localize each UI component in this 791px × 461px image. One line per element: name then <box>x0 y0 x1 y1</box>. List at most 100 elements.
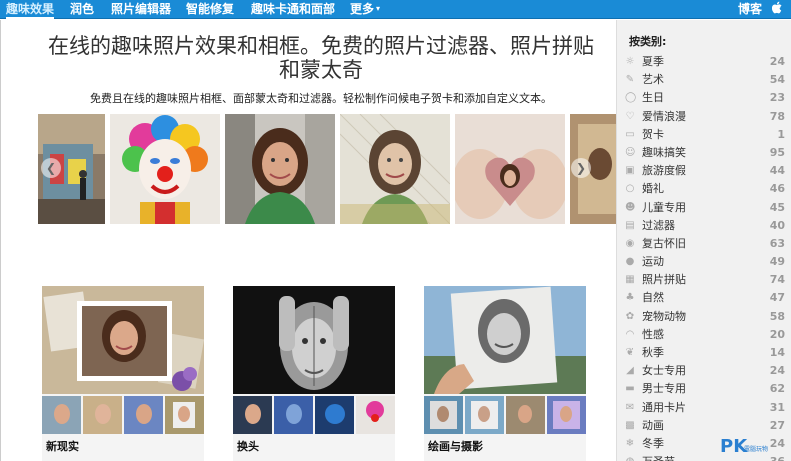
carousel-prev-button[interactable]: ❮ <box>41 158 61 178</box>
category-label[interactable]: 万圣节 <box>642 453 675 461</box>
category-label[interactable]: 旅游度假 <box>642 162 686 180</box>
category-label[interactable]: 艺术 <box>642 71 664 89</box>
page-subtitle: 免费且在线的趣味照片相框、面部蒙太奇和过滤器。轻松制作问候电子贺卡和添加自定义文… <box>90 92 552 105</box>
category-count: 63 <box>769 236 785 250</box>
category-item[interactable]: ▩ 动画 27 <box>625 417 785 435</box>
category-label[interactable]: 通用卡片 <box>642 399 686 417</box>
category-item[interactable]: ❦ 秋季 14 <box>625 344 785 362</box>
thumbnail[interactable] <box>233 396 272 434</box>
nav-item-smart-fix[interactable]: 智能修复 <box>186 0 234 19</box>
category-count: 58 <box>769 309 785 323</box>
category-item[interactable]: ◠ 性感 20 <box>625 326 785 344</box>
category-label[interactable]: 过滤器 <box>642 217 675 235</box>
category-label[interactable]: 性感 <box>642 326 664 344</box>
card-image[interactable] <box>42 286 204 394</box>
palette-icon: ✎ <box>625 74 635 86</box>
thumbnail[interactable] <box>274 396 313 434</box>
category-item[interactable]: ♣ 自然 47 <box>625 289 785 307</box>
category-item[interactable]: ▣ 旅游度假 44 <box>625 162 785 180</box>
category-item[interactable]: ▭ 贺卡 1 <box>625 126 785 144</box>
thumbnail[interactable] <box>165 396 204 434</box>
category-item[interactable]: ◉ 复古怀旧 63 <box>625 235 785 253</box>
heart-icon: ♡ <box>625 110 635 122</box>
category-item[interactable]: ☻ 儿童专用 45 <box>625 199 785 217</box>
nav-item-fun-effects[interactable]: 趣味效果 <box>6 0 55 19</box>
balloon-icon: ◯ <box>625 92 637 104</box>
category-label[interactable]: 照片拼贴 <box>642 271 686 289</box>
category-item[interactable]: ✎ 艺术 54 <box>625 71 785 89</box>
category-item[interactable]: ☼ 夏季 24 <box>625 53 785 71</box>
category-item[interactable]: ▬ 男士专用 62 <box>625 380 785 398</box>
category-label[interactable]: 男士专用 <box>642 380 686 398</box>
thumbnail[interactable] <box>547 396 586 434</box>
card-title[interactable]: 绘画与摄影 <box>428 438 483 454</box>
carousel-slide-clown[interactable] <box>110 114 220 224</box>
nav-item-retouch[interactable]: 润色 <box>70 0 94 19</box>
category-item[interactable]: ◢ 女士专用 24 <box>625 362 785 380</box>
filter-icon: ▤ <box>625 219 635 231</box>
category-item[interactable]: ◯ 生日 23 <box>625 89 785 107</box>
category-item[interactable]: ▤ 过滤器 40 <box>625 217 785 235</box>
category-item[interactable]: ○ 婚礼 46 <box>625 180 785 198</box>
card-image[interactable] <box>233 286 395 394</box>
nav-item-photo-editor[interactable]: 照片编辑器 <box>111 0 171 19</box>
category-label[interactable]: 秋季 <box>642 344 664 362</box>
thumbnail[interactable] <box>465 396 504 434</box>
thumbnail[interactable] <box>424 396 463 434</box>
paw-icon: ✿ <box>625 310 635 322</box>
smile-icon: ☺ <box>625 146 636 158</box>
category-label[interactable]: 运动 <box>642 253 664 271</box>
carousel-next-button[interactable]: ❯ <box>571 158 591 178</box>
category-count: 78 <box>769 109 785 123</box>
chevron-left-icon: ❮ <box>45 161 57 175</box>
category-card-new-reality[interactable]: 新现实 <box>42 286 204 461</box>
category-count: 74 <box>769 273 785 287</box>
carousel-slide-heart[interactable] <box>455 114 565 224</box>
category-count: 27 <box>769 418 785 432</box>
carousel-slide-sketch[interactable] <box>340 114 450 224</box>
nav-item-cartoon-faces[interactable]: 趣味卡通和面部 <box>251 0 335 19</box>
category-item[interactable]: ✿ 宠物动物 58 <box>625 308 785 326</box>
category-item[interactable]: ● 运动 49 <box>625 253 785 271</box>
category-item[interactable]: ☺ 趣味搞笑 95 <box>625 144 785 162</box>
category-count: 62 <box>769 382 785 396</box>
category-item[interactable]: ✉ 通用卡片 31 <box>625 399 785 417</box>
carousel-slide-portrait[interactable] <box>225 114 335 224</box>
category-label[interactable]: 贺卡 <box>642 126 664 144</box>
category-label[interactable]: 生日 <box>642 89 664 107</box>
category-item[interactable]: ▦ 照片拼贴 74 <box>625 271 785 289</box>
thumbnail[interactable] <box>356 396 395 434</box>
category-label[interactable]: 宠物动物 <box>642 308 686 326</box>
nav-item-more[interactable]: 更多 ▾ <box>350 0 380 19</box>
card-title[interactable]: 换头 <box>237 438 259 454</box>
category-label[interactable]: 婚礼 <box>642 180 664 198</box>
camera-icon: ◉ <box>625 237 635 249</box>
category-label[interactable]: 儿童专用 <box>642 199 686 217</box>
thumbnail[interactable] <box>315 396 354 434</box>
category-label[interactable]: 夏季 <box>642 53 664 71</box>
watermark-subtext: 電腦玩物 <box>744 446 769 453</box>
category-count: 45 <box>769 200 785 214</box>
category-card-painting-photo[interactable]: 绘画与摄影 <box>424 286 586 461</box>
category-label[interactable]: 复古怀旧 <box>642 235 686 253</box>
apple-icon[interactable] <box>771 1 783 20</box>
thumbnail[interactable] <box>124 396 163 434</box>
caret-down-icon: ▾ <box>376 4 381 13</box>
card-title[interactable]: 新现实 <box>46 438 79 454</box>
category-sidebar: 按类别: ☼ 夏季 24 ✎ 艺术 54 ◯ 生日 23 ♡ 爱情浪漫 78 ▭ 贺卡 1 ☺ 趣味搞笑 95 ▣ 旅… <box>616 20 791 461</box>
category-item[interactable]: ♡ 爱情浪漫 78 <box>625 108 785 126</box>
category-label[interactable]: 爱情浪漫 <box>642 108 686 126</box>
category-label[interactable]: 女士专用 <box>642 362 686 380</box>
category-label[interactable]: 动画 <box>642 417 664 435</box>
category-label[interactable]: 冬季 <box>642 435 664 453</box>
thumbnail[interactable] <box>42 396 81 434</box>
card-image[interactable] <box>424 286 586 394</box>
category-count: 46 <box>769 182 785 196</box>
nav-item-blog[interactable]: 博客 <box>738 0 762 19</box>
category-label[interactable]: 趣味搞笑 <box>642 144 686 162</box>
category-label[interactable]: 自然 <box>642 289 664 307</box>
thumbnail[interactable] <box>83 396 122 434</box>
category-card-face-swap[interactable]: 换头 <box>233 286 395 461</box>
photo-carousel[interactable] <box>38 114 616 224</box>
thumbnail[interactable] <box>506 396 545 434</box>
